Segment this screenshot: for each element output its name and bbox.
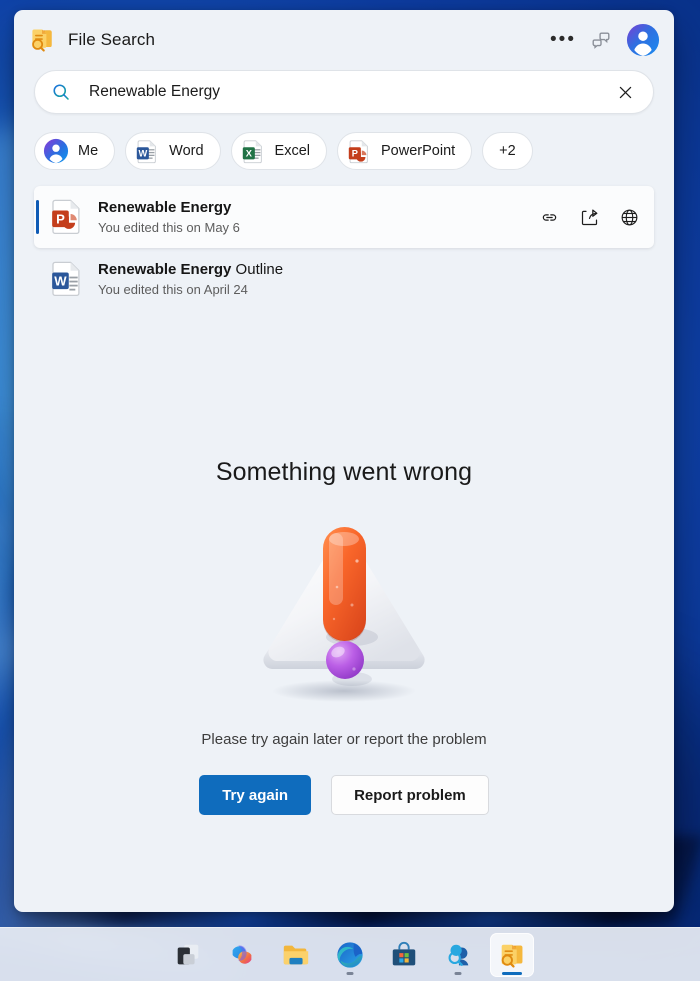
more-options-icon: ••• (550, 29, 576, 50)
file-explorer-icon (283, 945, 309, 964)
taskbar-start-button[interactable] (166, 933, 210, 977)
start-button-icon (177, 944, 199, 964)
filter-chip-label: PowerPoint (381, 143, 456, 159)
account-avatar-icon[interactable] (626, 23, 660, 57)
file-search-app-icon (501, 944, 523, 968)
filter-chip-label: Word (169, 143, 204, 159)
windows-taskbar (0, 927, 700, 981)
filter-chip-word[interactable]: W Word (125, 132, 221, 170)
error-state-pane: Something went wrong Please try again la… (14, 310, 674, 912)
window-titlebar: File Search ••• (14, 10, 674, 70)
copilot-icon (232, 944, 252, 964)
result-title-rest: Outline (231, 260, 284, 278)
filter-chip-bar: Me W Word X Excel P PowerPoint +2 (14, 114, 674, 170)
taskbar-search-people-button[interactable] (436, 933, 480, 977)
result-title: Renewable Energy (98, 198, 538, 218)
copy-link-button[interactable] (538, 206, 560, 228)
feedback-button[interactable] (582, 21, 620, 59)
result-actions (538, 206, 640, 228)
selected-indicator (36, 200, 39, 234)
table-row[interactable]: P Renewable Energy You edited this on Ma… (34, 186, 654, 248)
result-text: Renewable Energy Outline You edited this… (98, 260, 640, 299)
taskbar-file-search-button[interactable] (490, 932, 534, 977)
file-search-window: File Search ••• Renewable Energy Me W Wo… (14, 10, 674, 912)
filter-chip-label: Excel (274, 143, 311, 159)
svg-text:X: X (245, 149, 252, 159)
close-icon (619, 86, 631, 98)
search-area (14, 70, 674, 114)
person-avatar-icon (43, 138, 69, 164)
powerpoint-file-icon: P (52, 199, 80, 235)
error-subtitle: Please try again later or report the pro… (201, 731, 487, 748)
warning-triangle-3d-illustration (263, 527, 425, 702)
powerpoint-file-icon: P (348, 140, 368, 164)
page-title: Something went wrong (215, 458, 473, 486)
filter-chip-more[interactable]: +2 (482, 132, 533, 170)
search-results-list: P Renewable Energy You edited this on Ma… (14, 170, 674, 310)
filter-chip-excel[interactable]: X Excel (230, 132, 328, 170)
word-file-icon: W (136, 140, 156, 164)
taskbar-active-indicator (502, 971, 522, 975)
filter-chip-me[interactable]: Me (34, 132, 116, 170)
search-box[interactable] (34, 70, 654, 114)
svg-text:P: P (352, 149, 358, 159)
result-subtitle: You edited this on April 24 (98, 281, 248, 297)
result-title-match: Renewable Energy (98, 198, 232, 216)
svg-text:W: W (54, 273, 67, 288)
file-search-app-icon (32, 29, 52, 52)
table-row[interactable]: W Renewable Energy Outline You edited th… (34, 248, 654, 310)
taskbar-edge-button[interactable] (328, 933, 372, 977)
filter-chip-powerpoint[interactable]: P PowerPoint (337, 132, 473, 170)
taskbar-copilot-button[interactable] (220, 933, 264, 977)
share-button[interactable] (578, 206, 600, 228)
clear-search-button[interactable] (611, 78, 639, 106)
svg-text:P: P (56, 211, 65, 226)
feedback-chat-icon (592, 32, 610, 49)
copy-link-icon (542, 213, 556, 221)
svg-text:W: W (139, 149, 148, 159)
taskbar-running-indicator (346, 971, 354, 975)
edge-browser-icon (337, 941, 363, 968)
result-text: Renewable Energy You edited this on May … (98, 198, 538, 237)
taskbar-microsoft-store-button[interactable] (382, 933, 426, 977)
taskbar-file-explorer-button[interactable] (274, 933, 318, 977)
open-in-browser-button[interactable] (618, 206, 640, 228)
microsoft-store-icon (392, 941, 416, 965)
search-icon (53, 84, 69, 100)
more-options-button[interactable]: ••• (544, 21, 582, 59)
open-in-browser-icon (621, 209, 637, 225)
word-file-icon: W (52, 261, 80, 297)
result-title: Renewable Energy Outline (98, 260, 640, 280)
excel-file-icon: X (242, 140, 262, 164)
try-again-button[interactable]: Try again (199, 775, 312, 815)
filter-chip-label: +2 (499, 143, 516, 159)
result-subtitle: You edited this on May 6 (98, 219, 240, 235)
report-problem-button[interactable]: Report problem (331, 775, 489, 815)
taskbar-running-indicator (454, 971, 462, 975)
result-title-match: Renewable Energy (98, 260, 232, 278)
error-actions: Try again Report problem (199, 775, 489, 815)
search-people-icon (448, 944, 469, 966)
share-icon (581, 209, 597, 225)
filter-chip-label: Me (78, 143, 99, 159)
search-input[interactable] (89, 83, 611, 101)
window-title: File Search (68, 30, 156, 49)
